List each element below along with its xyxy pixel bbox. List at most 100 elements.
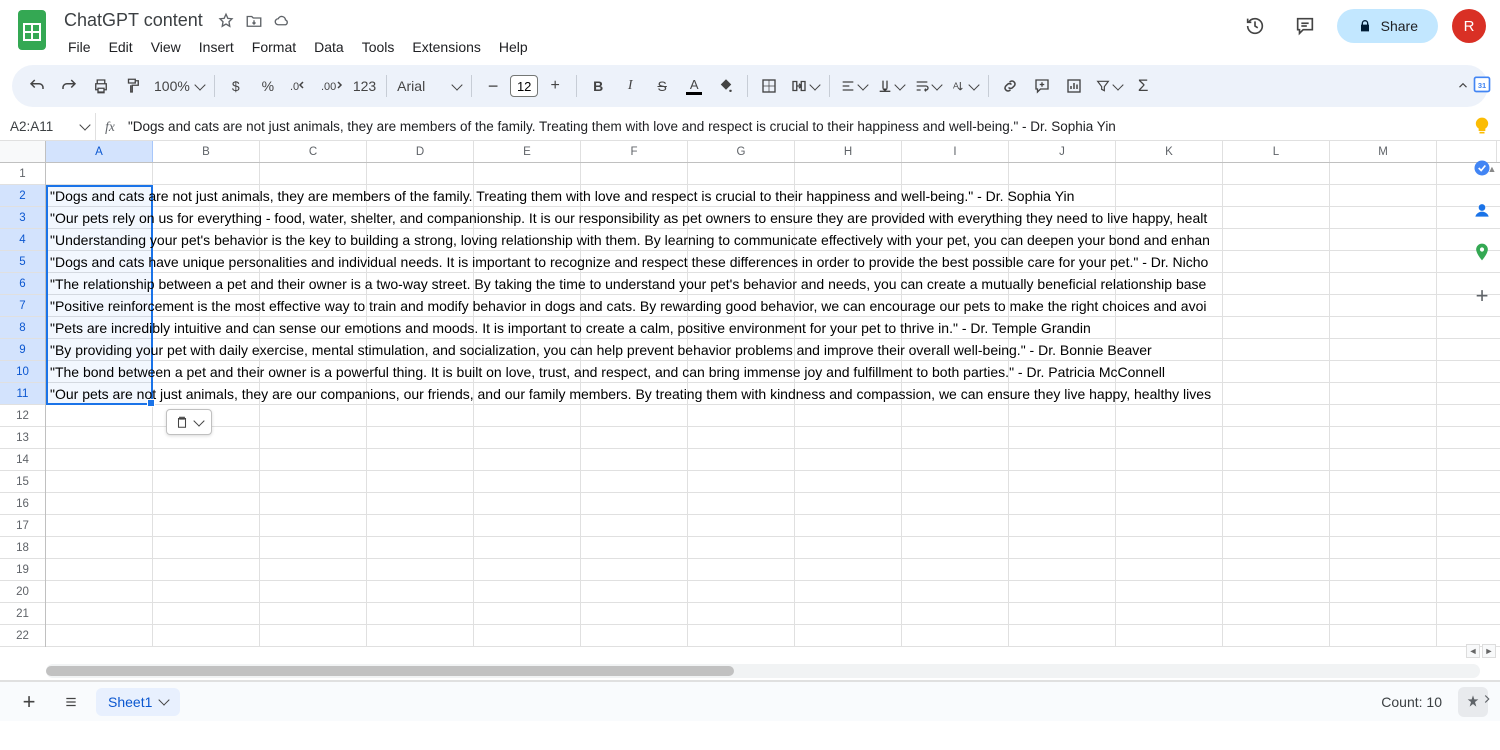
col-header-A[interactable]: A (46, 141, 153, 162)
col-header-G[interactable]: G (688, 141, 795, 162)
calendar-icon[interactable]: 31 (1472, 74, 1492, 94)
sheet-tab-active[interactable]: Sheet1 (96, 688, 180, 716)
decrease-font-icon[interactable]: − (478, 71, 508, 101)
col-header-E[interactable]: E (474, 141, 581, 162)
cloud-status-icon[interactable] (273, 12, 291, 30)
tasks-icon[interactable] (1472, 158, 1492, 178)
h-align-button[interactable] (836, 71, 871, 101)
font-size-input[interactable] (510, 75, 538, 97)
menu-insert[interactable]: Insert (191, 35, 242, 59)
text-color-button[interactable]: A (679, 71, 709, 101)
horizontal-scrollbar[interactable] (46, 664, 1480, 678)
formula-input[interactable]: "Dogs and cats are not just animals, the… (124, 119, 1500, 134)
col-header-L[interactable]: L (1223, 141, 1330, 162)
merge-button[interactable] (786, 71, 823, 101)
redo-icon[interactable] (54, 71, 84, 101)
row-header-1[interactable]: 1 (0, 163, 45, 185)
row-header-22[interactable]: 22 (0, 625, 45, 647)
strike-button[interactable]: S (647, 71, 677, 101)
zoom-select[interactable]: 100% (150, 71, 208, 101)
col-header-H[interactable]: H (795, 141, 902, 162)
borders-button[interactable] (754, 71, 784, 101)
select-all-corner[interactable] (0, 141, 46, 162)
row-header-7[interactable]: 7 (0, 295, 45, 317)
col-header-J[interactable]: J (1009, 141, 1116, 162)
paint-format-icon[interactable] (118, 71, 148, 101)
row-header-4[interactable]: 4 (0, 229, 45, 251)
expand-panel-icon[interactable] (1480, 692, 1494, 706)
row-header-8[interactable]: 8 (0, 317, 45, 339)
paste-options-button[interactable] (166, 409, 212, 435)
keep-icon[interactable] (1472, 116, 1492, 136)
history-icon[interactable] (1237, 8, 1273, 44)
status-count[interactable]: Count: 10 (1381, 694, 1442, 710)
menu-help[interactable]: Help (491, 35, 536, 59)
maps-icon[interactable] (1472, 242, 1492, 262)
contacts-icon[interactable] (1472, 200, 1492, 220)
add-sheet-button[interactable]: + (12, 685, 46, 719)
row-header-16[interactable]: 16 (0, 493, 45, 515)
v-align-button[interactable] (873, 71, 908, 101)
format-123-button[interactable]: 123 (349, 71, 380, 101)
bold-button[interactable]: B (583, 71, 613, 101)
menu-edit[interactable]: Edit (101, 35, 141, 59)
row-header-20[interactable]: 20 (0, 581, 45, 603)
document-title[interactable]: ChatGPT content (60, 8, 207, 33)
rotate-text-button[interactable]: A (947, 71, 982, 101)
wrap-button[interactable] (910, 71, 945, 101)
row-header-18[interactable]: 18 (0, 537, 45, 559)
spreadsheet-grid[interactable]: ABCDEFGHIJKLM 12345678910111213141516171… (0, 141, 1500, 681)
col-header-I[interactable]: I (902, 141, 1009, 162)
insert-chart-icon[interactable] (1059, 71, 1089, 101)
row-header-10[interactable]: 10 (0, 361, 45, 383)
row-header-12[interactable]: 12 (0, 405, 45, 427)
addons-plus-icon[interactable]: + (1470, 284, 1494, 308)
row-header-15[interactable]: 15 (0, 471, 45, 493)
row-header-13[interactable]: 13 (0, 427, 45, 449)
row-header-6[interactable]: 6 (0, 273, 45, 295)
share-button[interactable]: Share (1337, 9, 1438, 43)
menu-data[interactable]: Data (306, 35, 352, 59)
percent-button[interactable]: % (253, 71, 283, 101)
comments-icon[interactable] (1287, 8, 1323, 44)
row-header-17[interactable]: 17 (0, 515, 45, 537)
row-header-21[interactable]: 21 (0, 603, 45, 625)
col-header-D[interactable]: D (367, 141, 474, 162)
row-header-19[interactable]: 19 (0, 559, 45, 581)
col-header-M[interactable]: M (1330, 141, 1437, 162)
all-sheets-button[interactable] (54, 685, 88, 719)
undo-icon[interactable] (22, 71, 52, 101)
increase-font-icon[interactable]: + (540, 71, 570, 101)
increase-decimal-icon[interactable]: .00 (317, 71, 347, 101)
print-icon[interactable] (86, 71, 116, 101)
filter-icon[interactable] (1091, 71, 1126, 101)
row-header-3[interactable]: 3 (0, 207, 45, 229)
menu-format[interactable]: Format (244, 35, 304, 59)
menu-file[interactable]: File (60, 35, 99, 59)
row-header-14[interactable]: 14 (0, 449, 45, 471)
menu-tools[interactable]: Tools (354, 35, 403, 59)
sheets-app-icon[interactable] (14, 8, 50, 54)
functions-icon[interactable]: Σ (1128, 71, 1158, 101)
star-icon[interactable] (217, 12, 235, 30)
row-header-11[interactable]: 11 (0, 383, 45, 405)
font-select[interactable]: Arial (393, 71, 465, 101)
col-header-C[interactable]: C (260, 141, 367, 162)
fill-color-button[interactable] (711, 71, 741, 101)
menu-view[interactable]: View (143, 35, 189, 59)
row-header-9[interactable]: 9 (0, 339, 45, 361)
move-folder-icon[interactable] (245, 12, 263, 30)
svg-text:A: A (953, 81, 959, 91)
row-header-5[interactable]: 5 (0, 251, 45, 273)
menu-extensions[interactable]: Extensions (404, 35, 488, 59)
italic-button[interactable]: I (615, 71, 645, 101)
col-header-F[interactable]: F (581, 141, 688, 162)
currency-button[interactable]: $ (221, 71, 251, 101)
row-header-2[interactable]: 2 (0, 185, 45, 207)
name-box[interactable]: A2:A11 (0, 113, 96, 140)
col-header-B[interactable]: B (153, 141, 260, 162)
decrease-decimal-icon[interactable]: .0 (285, 71, 315, 101)
link-icon[interactable] (995, 71, 1025, 101)
insert-comment-icon[interactable] (1027, 71, 1057, 101)
col-header-K[interactable]: K (1116, 141, 1223, 162)
